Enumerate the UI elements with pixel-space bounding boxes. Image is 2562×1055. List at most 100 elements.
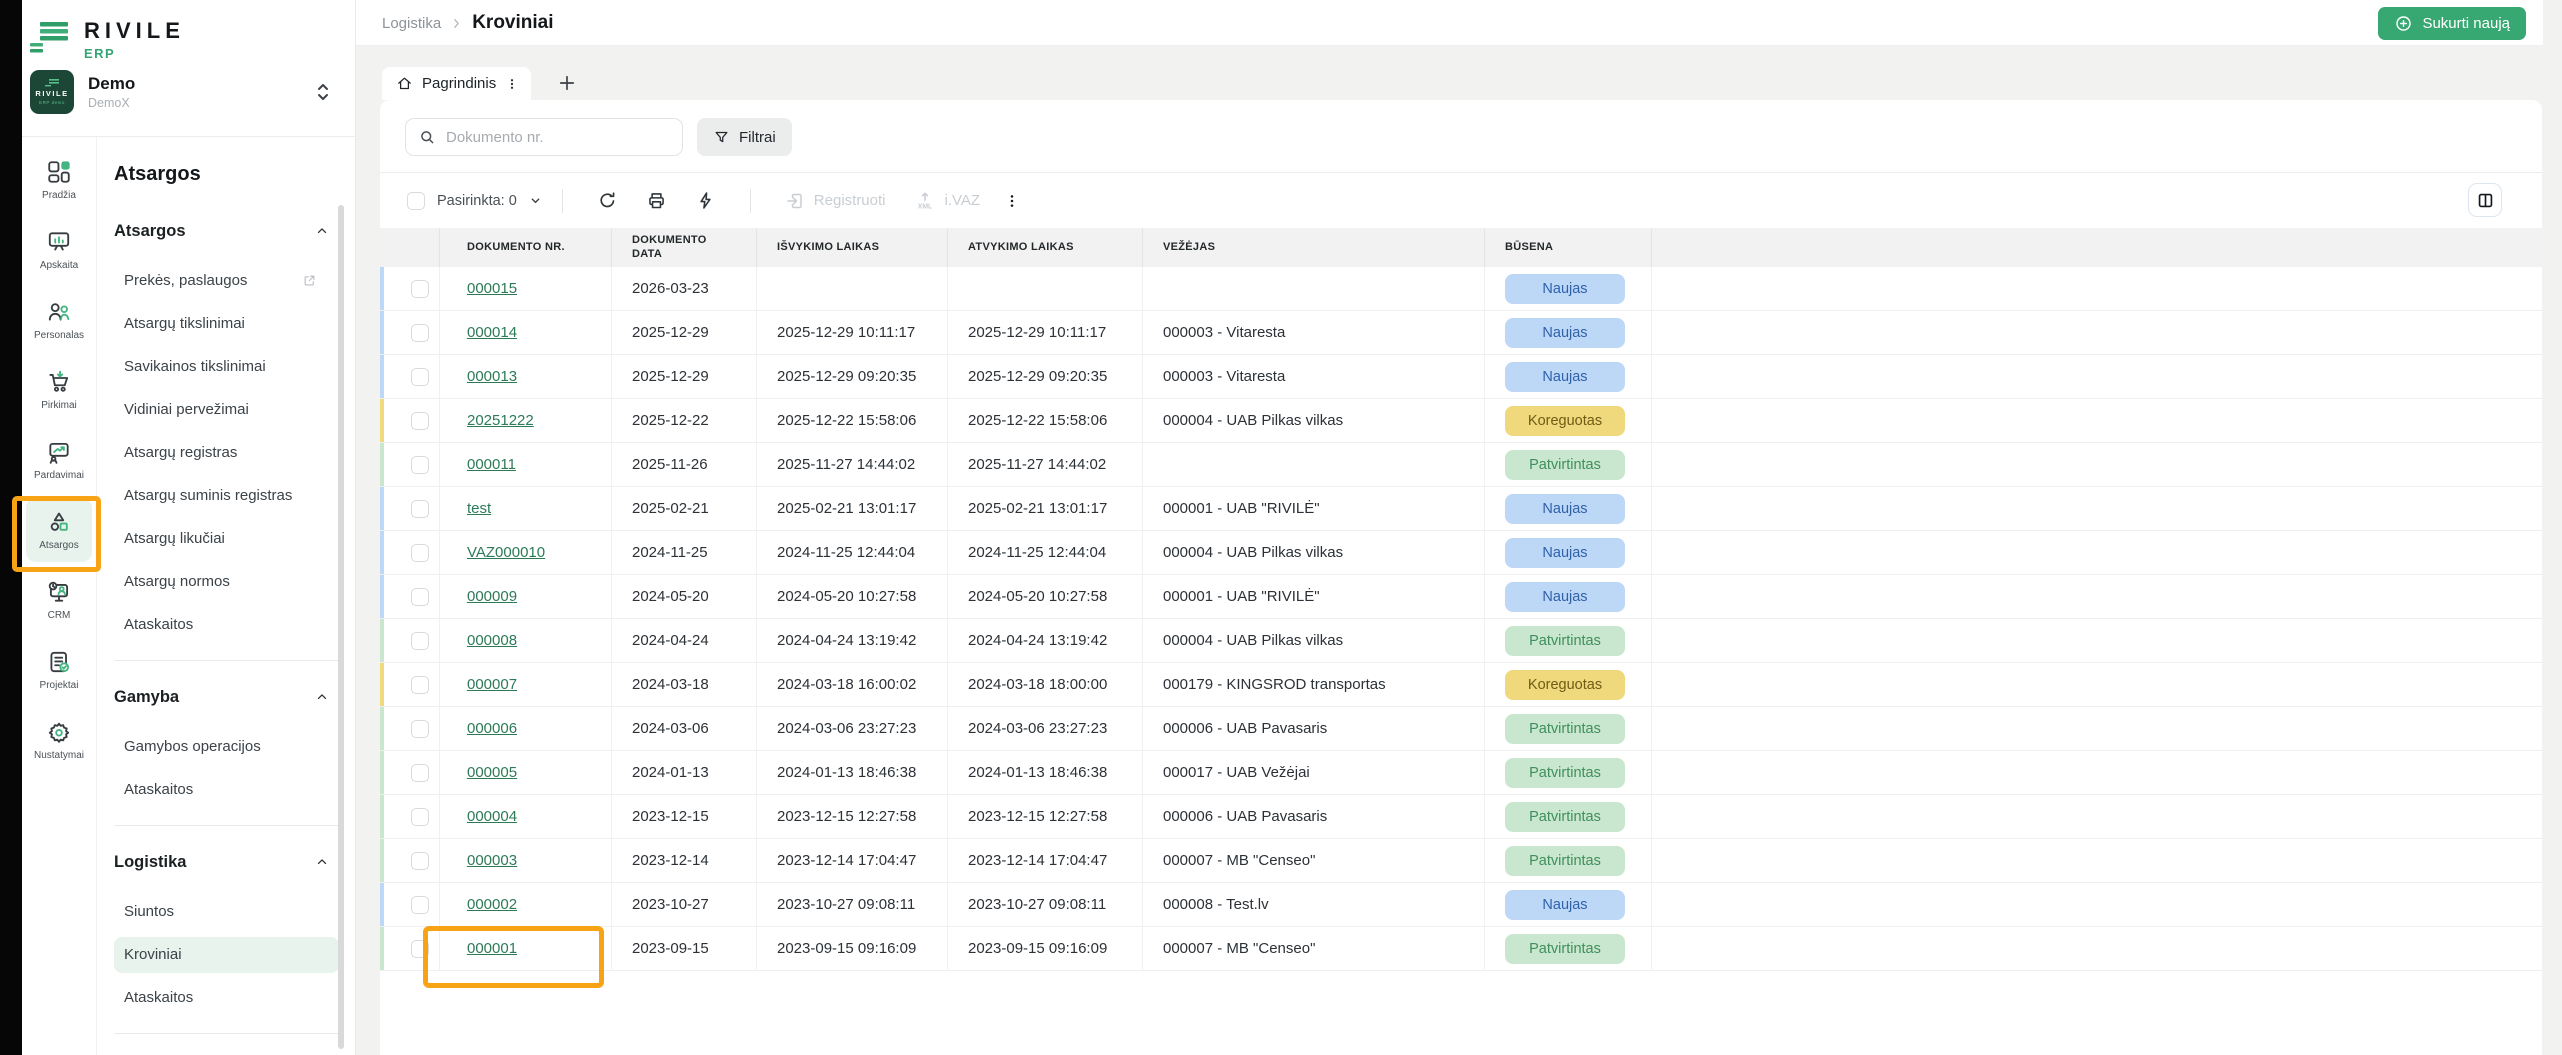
sidebar-item-savikainos-tikslinimai[interactable]: Savikainos tikslinimai <box>114 345 339 388</box>
row-checkbox[interactable] <box>410 455 429 474</box>
table-row: 000011 2025-11-26 2025-11-27 14:44:02 20… <box>380 443 2542 487</box>
document-link[interactable]: 000013 <box>467 368 517 385</box>
row-checkbox[interactable] <box>410 895 429 914</box>
document-link[interactable]: 000011 <box>467 456 516 473</box>
sidebar-section-header[interactable]: Logistika <box>114 840 355 884</box>
column-header-dokumento-nr[interactable]: DOKUMENTO NR. <box>440 228 612 267</box>
cell-filler <box>1652 355 2542 398</box>
document-link[interactable]: 000004 <box>467 808 517 825</box>
document-link[interactable]: 000007 <box>467 676 517 693</box>
refresh-button[interactable] <box>591 184 624 217</box>
document-link[interactable]: VAZ000010 <box>467 544 545 561</box>
window-edge-strip <box>0 0 22 1055</box>
pradzia-icon <box>46 159 72 185</box>
row-checkbox[interactable] <box>410 279 429 298</box>
cell-arrival-time: 2025-12-29 09:20:35 <box>948 355 1143 398</box>
row-checkbox[interactable] <box>410 543 429 562</box>
sidebar-item-ataskaitos[interactable]: Ataskaitos <box>114 603 339 646</box>
sidebar-item-siuntos[interactable]: Siuntos <box>114 890 339 933</box>
sidebar-section-header[interactable]: Gamyba <box>114 675 355 719</box>
document-link[interactable]: 000006 <box>467 720 517 737</box>
rail-item-label: Personalas <box>33 330 85 341</box>
row-checkbox[interactable] <box>410 367 429 386</box>
workspace-switch-icon[interactable] <box>315 82 331 102</box>
row-checkbox[interactable] <box>410 939 429 958</box>
row-checkbox[interactable] <box>410 719 429 738</box>
row-checkbox[interactable] <box>410 631 429 650</box>
row-checkbox[interactable] <box>410 499 429 518</box>
rail-item-crm[interactable]: CRM <box>26 565 92 635</box>
row-checkbox[interactable] <box>410 323 429 342</box>
document-link[interactable]: 000003 <box>467 852 517 869</box>
rail-item-pardavimai[interactable]: Pardavimai <box>26 425 92 495</box>
selection-dropdown[interactable]: Pasirinkta: 0 <box>407 191 542 210</box>
sidebar-item-kroviniai[interactable]: Kroviniai <box>114 936 339 973</box>
sidebar-item-atsargu-registras[interactable]: Atsargų registras <box>114 431 339 474</box>
quick-actions-button[interactable] <box>689 184 722 217</box>
column-header-vezejas[interactable]: VEŽĖJAS <box>1143 228 1485 267</box>
sidebar-item-ataskaitos[interactable]: Ataskaitos <box>114 768 339 811</box>
sidebar-scrollbar[interactable] <box>338 205 344 1049</box>
rail-item-personalas[interactable]: Personalas <box>26 285 92 355</box>
sidebar-item-vidiniai-pervezimai[interactable]: Vidiniai pervežimai <box>114 388 339 431</box>
rail-item-apskaita[interactable]: Apskaita <box>26 215 92 285</box>
column-header-isvykimo-laikas[interactable]: IŠVYKIMO LAIKAS <box>757 228 948 267</box>
sidebar-item-atsargu-normos[interactable]: Atsargų normos <box>114 560 339 603</box>
create-new-button[interactable]: Sukurti naują <box>2378 7 2526 40</box>
table-row: 000002 2023-10-27 2023-10-27 09:08:11 20… <box>380 883 2542 927</box>
document-link[interactable]: 000005 <box>467 764 517 781</box>
sidebar-item-atsargu-tikslinimai[interactable]: Atsargų tikslinimai <box>114 302 339 345</box>
sidebar-section-header[interactable]: Atsargos <box>114 209 355 253</box>
sidebar-item-label: Vidiniai pervežimai <box>124 401 249 418</box>
row-checkbox[interactable] <box>410 763 429 782</box>
breadcrumb-parent[interactable]: Logistika <box>382 15 441 32</box>
document-link[interactable]: 000015 <box>467 280 517 297</box>
document-link[interactable]: 000008 <box>467 632 517 649</box>
column-header-checkbox[interactable] <box>380 228 440 267</box>
rail-item-pirkimai[interactable]: Pirkimai <box>26 355 92 425</box>
more-actions-button[interactable] <box>1004 192 1020 210</box>
sidebar-item-label: Atsargų normos <box>124 573 230 590</box>
workspace-selector[interactable]: RIVILE ERP demo Demo DemoX <box>30 70 345 114</box>
row-checkbox[interactable] <box>410 807 429 826</box>
filter-button[interactable]: Filtrai <box>697 118 792 156</box>
select-all-checkbox[interactable] <box>407 191 425 210</box>
sidebar-item-atsargu-likuciai[interactable]: Atsargų likučiai <box>114 517 339 560</box>
sidebar-item-prekes-paslaugos[interactable]: Prekės, paslaugos <box>114 259 339 302</box>
rail-item-pradzia[interactable]: Pradžia <box>26 145 92 215</box>
rail-item-atsargos[interactable]: Atsargos <box>26 498 92 562</box>
print-button[interactable] <box>640 184 673 217</box>
sidebar-item-label: Atsargų likučiai <box>124 530 225 547</box>
rail-item-nustatymai[interactable]: Nustatymai <box>26 705 92 775</box>
column-header-busena[interactable]: BŪSENA <box>1485 228 1652 267</box>
sidebar-item-ataskaitos[interactable]: Ataskaitos <box>114 976 339 1019</box>
document-link[interactable]: 000014 <box>467 324 517 341</box>
document-link[interactable]: 000009 <box>467 588 517 605</box>
status-badge: Naujas <box>1505 537 1625 568</box>
add-tab-button[interactable] <box>557 73 577 93</box>
rail-item-projektai[interactable]: Projektai <box>26 635 92 705</box>
register-button[interactable]: Registruoti <box>785 191 886 211</box>
row-checkbox[interactable] <box>410 411 429 430</box>
row-checkbox[interactable] <box>410 675 429 694</box>
document-link[interactable]: 000001 <box>467 940 517 957</box>
cell-carrier: 000006 - UAB Pavasaris <box>1143 707 1485 750</box>
ivaz-button[interactable]: XML i.VAZ <box>914 190 980 212</box>
document-link[interactable]: test <box>467 500 491 517</box>
column-header-filler <box>1652 228 2542 267</box>
document-link[interactable]: 000002 <box>467 896 517 913</box>
sidebar-item-gamybos-operacijos[interactable]: Gamybos operacijos <box>114 725 339 768</box>
cell-departure-time: 2023-09-15 09:16:09 <box>757 927 948 970</box>
column-header-atvykimo-laikas[interactable]: ATVYKIMO LAIKAS <box>948 228 1143 267</box>
document-link[interactable]: 20251222 <box>467 412 534 429</box>
tab-menu-icon[interactable] <box>505 76 519 92</box>
column-settings-button[interactable] <box>2468 183 2502 217</box>
rail-item-label: Atsargos <box>39 540 79 551</box>
row-checkbox[interactable] <box>410 851 429 870</box>
search-input[interactable] <box>405 118 683 156</box>
row-checkbox[interactable] <box>410 587 429 606</box>
column-header-dokumento-data[interactable]: DOKUMENTO DATA <box>612 228 757 267</box>
tab-pagrindinis[interactable]: Pagrindinis <box>382 67 532 100</box>
sidebar-item-atsargu-suminis-registras[interactable]: Atsargų suminis registras <box>114 474 339 517</box>
cell-document-date: 2023-12-15 <box>612 795 757 838</box>
